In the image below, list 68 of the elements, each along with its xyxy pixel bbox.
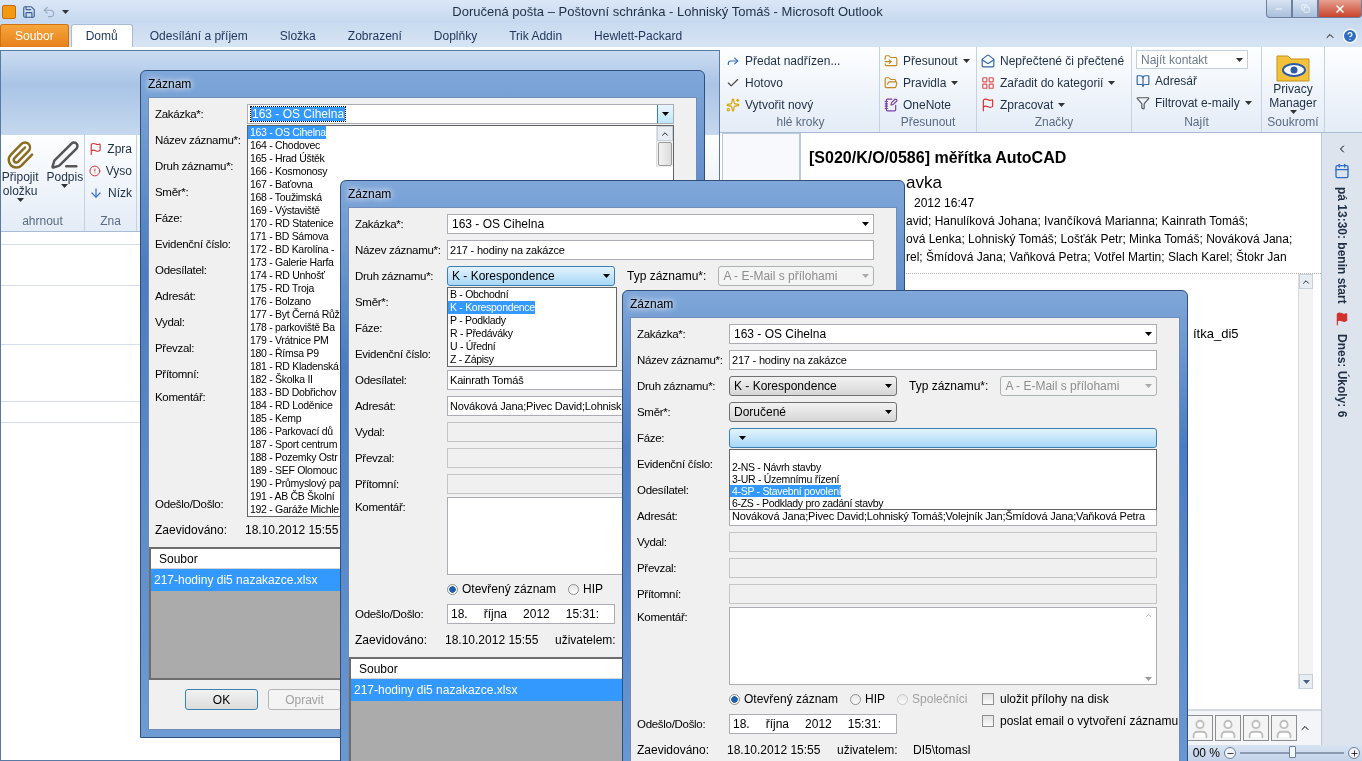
field-label: Zaevidováno: — [155, 523, 229, 537]
field-label: Adresát: — [355, 400, 397, 412]
field-label: Odesílatel: — [355, 374, 408, 386]
recipient-line: ová Lenka; Lohniský Tomáš; Lošťák Petr; Minka Tomáš; Nováková Jana; — [906, 231, 1293, 247]
field-label: Zakázka*: — [637, 328, 687, 340]
field-label: Vydal: — [355, 426, 386, 438]
dialog-title: Záznam — [630, 296, 674, 313]
field-label: uživatelem: — [555, 633, 617, 647]
field-label: Fáze: — [155, 212, 184, 224]
registered-date: 18.10.2012 15:55 — [245, 523, 340, 537]
zoom-percent: 00 % — [1192, 746, 1220, 760]
field-label: Přítomní: — [637, 588, 682, 600]
field-label: Druh záznamu*: — [355, 270, 435, 282]
field-label: Odešlo/Došlo: — [637, 718, 707, 730]
field-label: Převzal: — [155, 342, 196, 354]
field-label: Odešlo/Došlo: — [155, 498, 225, 510]
field-label: Zaevidováno: — [637, 743, 711, 757]
field-label: Evidenční číslo: — [155, 238, 232, 250]
field-label: Směr*: — [155, 186, 190, 198]
field-label: Odešlo/Došlo: — [355, 608, 425, 620]
field-label: uživatelem: — [837, 743, 899, 757]
recipient-line: rel; Šmídová Jana; Vaňková Petra; Votřel Martin; Slach Karel; Štokr Jan — [906, 249, 1287, 265]
group-label: Najít — [1183, 115, 1210, 131]
field-label: Druh záznamu*: — [155, 160, 235, 172]
field-label: Odesílatel: — [155, 264, 208, 276]
field-label: Fáze: — [355, 322, 384, 334]
field-label: Evidenční číslo: — [355, 348, 432, 360]
field-label: Vydal: — [155, 316, 186, 328]
field-label: Přítomní: — [155, 368, 200, 380]
group-label: Značky — [1033, 115, 1075, 131]
field-label: Vydal: — [637, 536, 668, 548]
field-label: Druh záznamu*: — [637, 380, 717, 392]
field-label: Zakázka*: — [355, 218, 405, 230]
registered-date: 18.10.2012 15:55 — [445, 633, 540, 647]
field-label: Typ záznamu*: — [909, 379, 989, 393]
dialog-title: Záznam — [148, 76, 192, 93]
sent-date: 2012 16:47 — [914, 195, 975, 211]
group-label: ahrnout — [21, 214, 64, 230]
field-label: Komentář: — [355, 500, 407, 513]
recipient-line: avid; Hanulíková Johana; Ivančíková Marianna; Kainrath Tomáš; — [906, 213, 1248, 229]
sender-name: avka — [906, 173, 942, 193]
field-label: Evidenční číslo: — [637, 458, 714, 470]
field-label: Komentář: — [637, 610, 689, 623]
field-label: Fáze: — [637, 432, 666, 444]
field-label: Komentář: — [155, 390, 207, 403]
dialog-title: Záznam — [348, 186, 392, 203]
field-label: Směr*: — [355, 296, 390, 308]
field-label: Zaevidováno: — [355, 633, 429, 647]
group-label: hlé kroky — [775, 115, 826, 131]
field-label: Název záznamu*: — [637, 354, 724, 366]
field-label: Adresát: — [637, 510, 679, 522]
field-label: Název záznamu*: — [155, 134, 242, 146]
message-subject: [S020/K/O/0586] měřítka AutoCAD — [808, 148, 1068, 167]
group-label: Přesunout — [899, 115, 957, 131]
field-label: Zakázka*: — [155, 108, 205, 120]
field-label: Název záznamu*: — [355, 244, 442, 256]
user-name: DI5\tomasl — [913, 743, 972, 757]
field-label: Přítomní: — [355, 478, 400, 490]
group-label: Zna — [99, 214, 122, 230]
field-label: Adresát: — [155, 290, 197, 302]
message-text: ítka_di5 — [1193, 326, 1239, 341]
registered-date: 18.10.2012 15:55 — [727, 743, 822, 757]
field-label: Typ záznamu*: — [627, 269, 707, 283]
field-label: Směr*: — [637, 406, 672, 418]
field-label: Odesílatel: — [637, 484, 690, 496]
window-title: Doručená pošta – Poštovní schránka - Lohniský Tomáš - Microsoft Outlook — [451, 4, 884, 19]
field-label: Převzal: — [355, 452, 396, 464]
group-label: Soukromí — [1266, 115, 1320, 131]
